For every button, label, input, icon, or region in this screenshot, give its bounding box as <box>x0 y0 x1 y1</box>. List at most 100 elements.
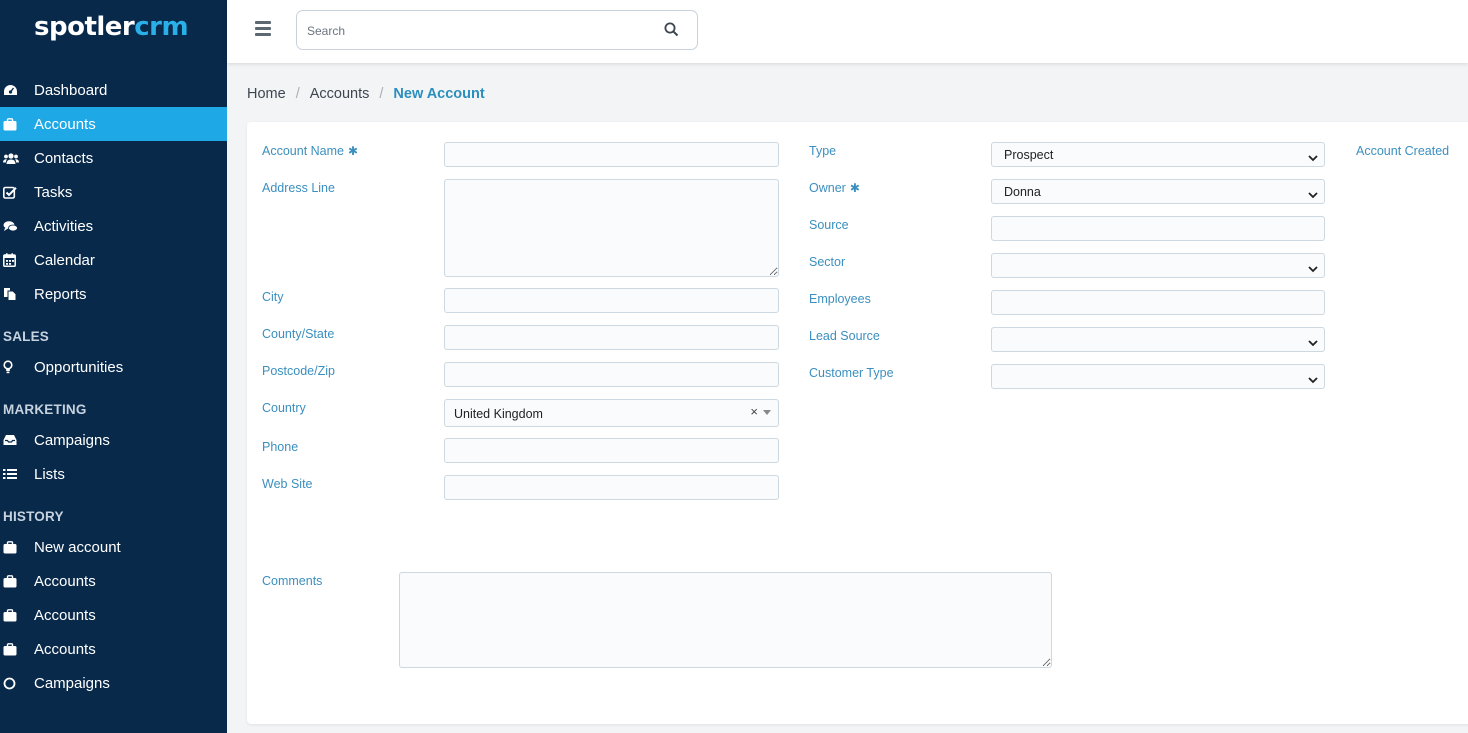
search-icon[interactable] <box>664 22 679 42</box>
chevron-down-icon <box>1308 151 1318 165</box>
list-icon <box>0 468 34 480</box>
sidebar-item-reports[interactable]: Reports <box>0 277 227 311</box>
menu-toggle-icon[interactable] <box>255 21 271 36</box>
city-input[interactable] <box>445 289 778 312</box>
sidebar-item-label: Reports <box>34 285 87 303</box>
dropdown-arrow-icon <box>763 410 771 415</box>
logo[interactable]: spotlercrm <box>34 12 189 42</box>
sidebar-item-contacts[interactable]: Contacts <box>0 141 227 175</box>
country-value: United Kingdom <box>454 407 543 421</box>
website-field <box>444 475 779 500</box>
new-account-form: Account Name ✱ Address Line City County/S… <box>247 122 1468 724</box>
sidebar-item-campaigns[interactable]: Campaigns <box>0 423 227 457</box>
account-name-label: Account Name ✱ <box>262 144 359 158</box>
chevron-down-icon <box>1308 373 1318 387</box>
type-value: Prospect <box>1004 148 1054 162</box>
check-square-icon <box>0 186 34 199</box>
sidebar-item-opportunities[interactable]: Opportunities <box>0 350 227 384</box>
source-field <box>991 216 1325 241</box>
logo-text-primary: spotler <box>34 12 135 42</box>
sidebar-item-tasks[interactable]: Tasks <box>0 175 227 209</box>
customer-type-label: Customer Type <box>809 366 894 380</box>
briefcase-icon <box>0 574 34 588</box>
search-input[interactable] <box>307 21 647 41</box>
type-select[interactable]: Prospect <box>991 142 1325 167</box>
account-name-input[interactable] <box>445 143 778 166</box>
sector-label: Sector <box>809 255 846 269</box>
breadcrumb-home[interactable]: Home <box>247 86 286 102</box>
employees-input[interactable] <box>992 291 1324 314</box>
history-item-new-account[interactable]: New account <box>0 530 227 564</box>
lightbulb-icon <box>0 360 34 374</box>
sidebar-item-activities[interactable]: Activities <box>0 209 227 243</box>
briefcase-icon <box>0 540 34 554</box>
breadcrumb-current: New Account <box>393 86 485 102</box>
employees-field <box>991 290 1325 315</box>
address-line-textarea[interactable] <box>444 179 779 277</box>
sidebar-item-label: Contacts <box>34 149 94 167</box>
phone-input[interactable] <box>445 439 778 462</box>
sidebar-item-label: Accounts <box>34 606 96 624</box>
sidebar-item-label: Calendar <box>34 251 95 269</box>
lead-source-select[interactable] <box>991 327 1325 352</box>
chevron-down-icon <box>1308 336 1318 350</box>
sidebar-item-label: Dashboard <box>34 81 108 99</box>
chevron-down-icon <box>1308 188 1318 202</box>
lead-source-label: Lead Source <box>809 329 880 343</box>
source-input[interactable] <box>992 217 1324 240</box>
sidebar-item-label: Lists <box>34 465 65 483</box>
sidebar-item-label: Accounts <box>34 115 96 133</box>
briefcase-icon <box>0 642 34 656</box>
county-state-field <box>444 325 779 350</box>
sidebar-item-label: New account <box>34 538 121 556</box>
owner-select[interactable]: Donna <box>991 179 1325 204</box>
country-label: Country <box>262 401 306 415</box>
sector-select[interactable] <box>991 253 1325 278</box>
clear-icon[interactable]: × <box>750 404 758 419</box>
breadcrumb-separator: / <box>295 86 300 102</box>
city-label: City <box>262 290 284 304</box>
sidebar-item-label: Campaigns <box>34 674 110 692</box>
county-state-input[interactable] <box>445 326 778 349</box>
phone-label: Phone <box>262 440 299 454</box>
sidebar-item-dashboard[interactable]: Dashboard <box>0 73 227 107</box>
sidebar-item-lists[interactable]: Lists <box>0 457 227 491</box>
users-icon <box>0 152 34 165</box>
city-field <box>444 288 779 313</box>
sidebar-item-label: Campaigns <box>34 431 110 449</box>
source-label: Source <box>809 218 849 232</box>
history-item-accounts[interactable]: Accounts <box>0 564 227 598</box>
type-label: Type <box>809 144 837 158</box>
sidebar-item-label: Tasks <box>34 183 73 201</box>
history-item-accounts[interactable]: Accounts <box>0 632 227 666</box>
marketing-heading: MARKETING <box>3 402 87 417</box>
circle-icon <box>0 677 34 690</box>
history-item-campaigns[interactable]: Campaigns <box>0 666 227 700</box>
sales-heading: SALES <box>3 329 50 344</box>
required-marker: ✱ <box>347 144 359 158</box>
chevron-down-icon <box>1308 262 1318 276</box>
comments-icon <box>0 220 34 233</box>
website-label: Web Site <box>262 477 313 491</box>
sidebar-item-label: Activities <box>34 217 94 235</box>
sidebar-item-accounts[interactable]: Accounts <box>0 107 227 141</box>
breadcrumb-accounts[interactable]: Accounts <box>310 86 370 102</box>
county-state-label: County/State <box>262 327 335 341</box>
search-box <box>296 10 698 50</box>
account-name-field <box>444 142 779 167</box>
owner-label: Owner ✱ <box>809 181 860 195</box>
sidebar-item-label: Accounts <box>34 640 96 658</box>
country-select[interactable]: United Kingdom × <box>444 399 779 427</box>
phone-field <box>444 438 779 463</box>
briefcase-icon <box>0 608 34 622</box>
sidebar-item-label: Opportunities <box>34 358 124 376</box>
owner-value: Donna <box>1004 185 1041 199</box>
website-input[interactable] <box>445 476 778 499</box>
comments-textarea[interactable] <box>399 572 1052 668</box>
top-bar <box>227 0 1468 63</box>
customer-type-select[interactable] <box>991 364 1325 389</box>
sidebar: spotlercrm Dashboard Accounts Contacts T… <box>0 0 227 733</box>
history-item-accounts[interactable]: Accounts <box>0 598 227 632</box>
postcode-input[interactable] <box>445 363 778 386</box>
sidebar-item-calendar[interactable]: Calendar <box>0 243 227 277</box>
